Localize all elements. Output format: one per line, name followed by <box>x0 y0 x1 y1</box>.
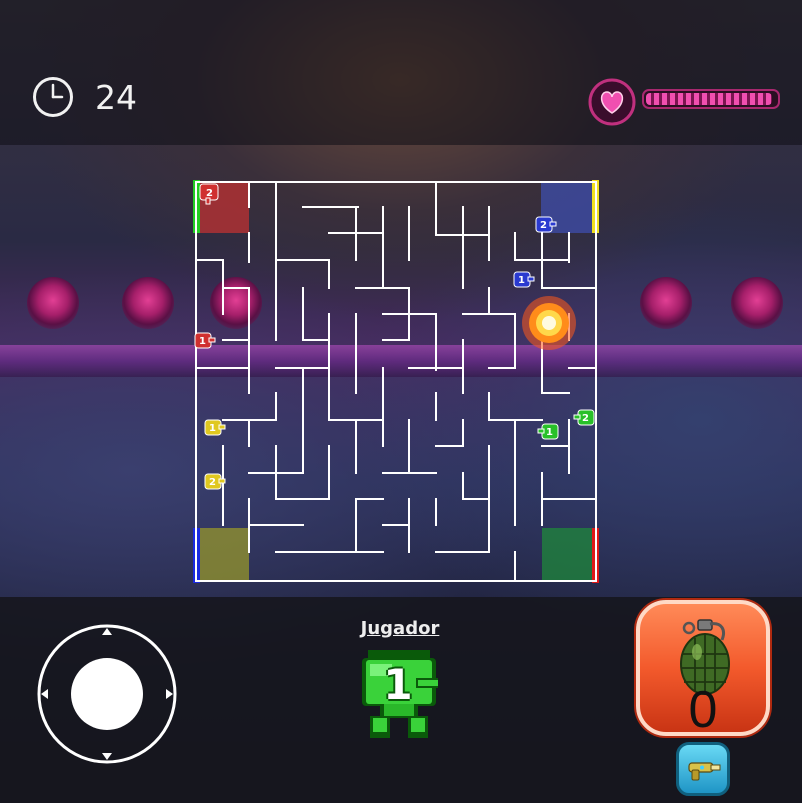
grenade-button[interactable]: 0 <box>636 600 770 739</box>
tank-number: 2 <box>540 220 547 231</box>
tank-yellow-1: 1 <box>204 419 226 436</box>
tank-number: 1 <box>546 427 553 438</box>
zone-yellow <box>200 528 249 580</box>
joystick-icon[interactable] <box>36 623 178 765</box>
tank-green-2: 2 <box>573 409 595 426</box>
maze-board: 2 1 2 1 1 2 2 1 <box>193 180 599 583</box>
hud-top-band <box>0 0 802 145</box>
tank-number: 2 <box>582 413 589 424</box>
joystick-knob[interactable] <box>71 658 143 730</box>
tank-number: 1 <box>518 275 525 286</box>
arrow-up-icon <box>102 628 112 635</box>
tank-number: 1 <box>209 423 216 434</box>
arrow-left-icon <box>41 689 48 699</box>
clock-icon <box>33 77 73 117</box>
tank-number: 2 <box>209 477 216 488</box>
explosion-icon <box>522 296 576 350</box>
background-lamp <box>27 277 79 329</box>
zone-green <box>542 528 594 580</box>
background-lamp <box>640 277 692 329</box>
tank-number: 2 <box>206 188 213 199</box>
ray-gun-icon <box>688 762 721 781</box>
player-number: 1 <box>383 660 413 709</box>
health-fill <box>646 93 772 105</box>
maze-walls <box>195 181 597 582</box>
maze: 2 1 2 1 1 2 2 1 <box>193 180 599 583</box>
heart-icon <box>588 78 636 126</box>
grenade-count: 0 <box>688 681 718 739</box>
time-remaining: 24 <box>95 78 137 117</box>
tank-number: 1 <box>199 336 206 347</box>
tank-red-1: 1 <box>194 332 216 349</box>
weapon-button[interactable] <box>676 742 730 796</box>
tank-green-1: 1 <box>537 423 559 440</box>
arrow-down-icon <box>102 753 112 760</box>
health-bar <box>642 89 780 109</box>
tank-blue-1: 1 <box>513 271 535 288</box>
player-label: Jugador <box>360 618 440 639</box>
arrow-right-icon <box>166 689 173 699</box>
background-lamp <box>731 277 783 329</box>
background-lamp <box>122 277 174 329</box>
